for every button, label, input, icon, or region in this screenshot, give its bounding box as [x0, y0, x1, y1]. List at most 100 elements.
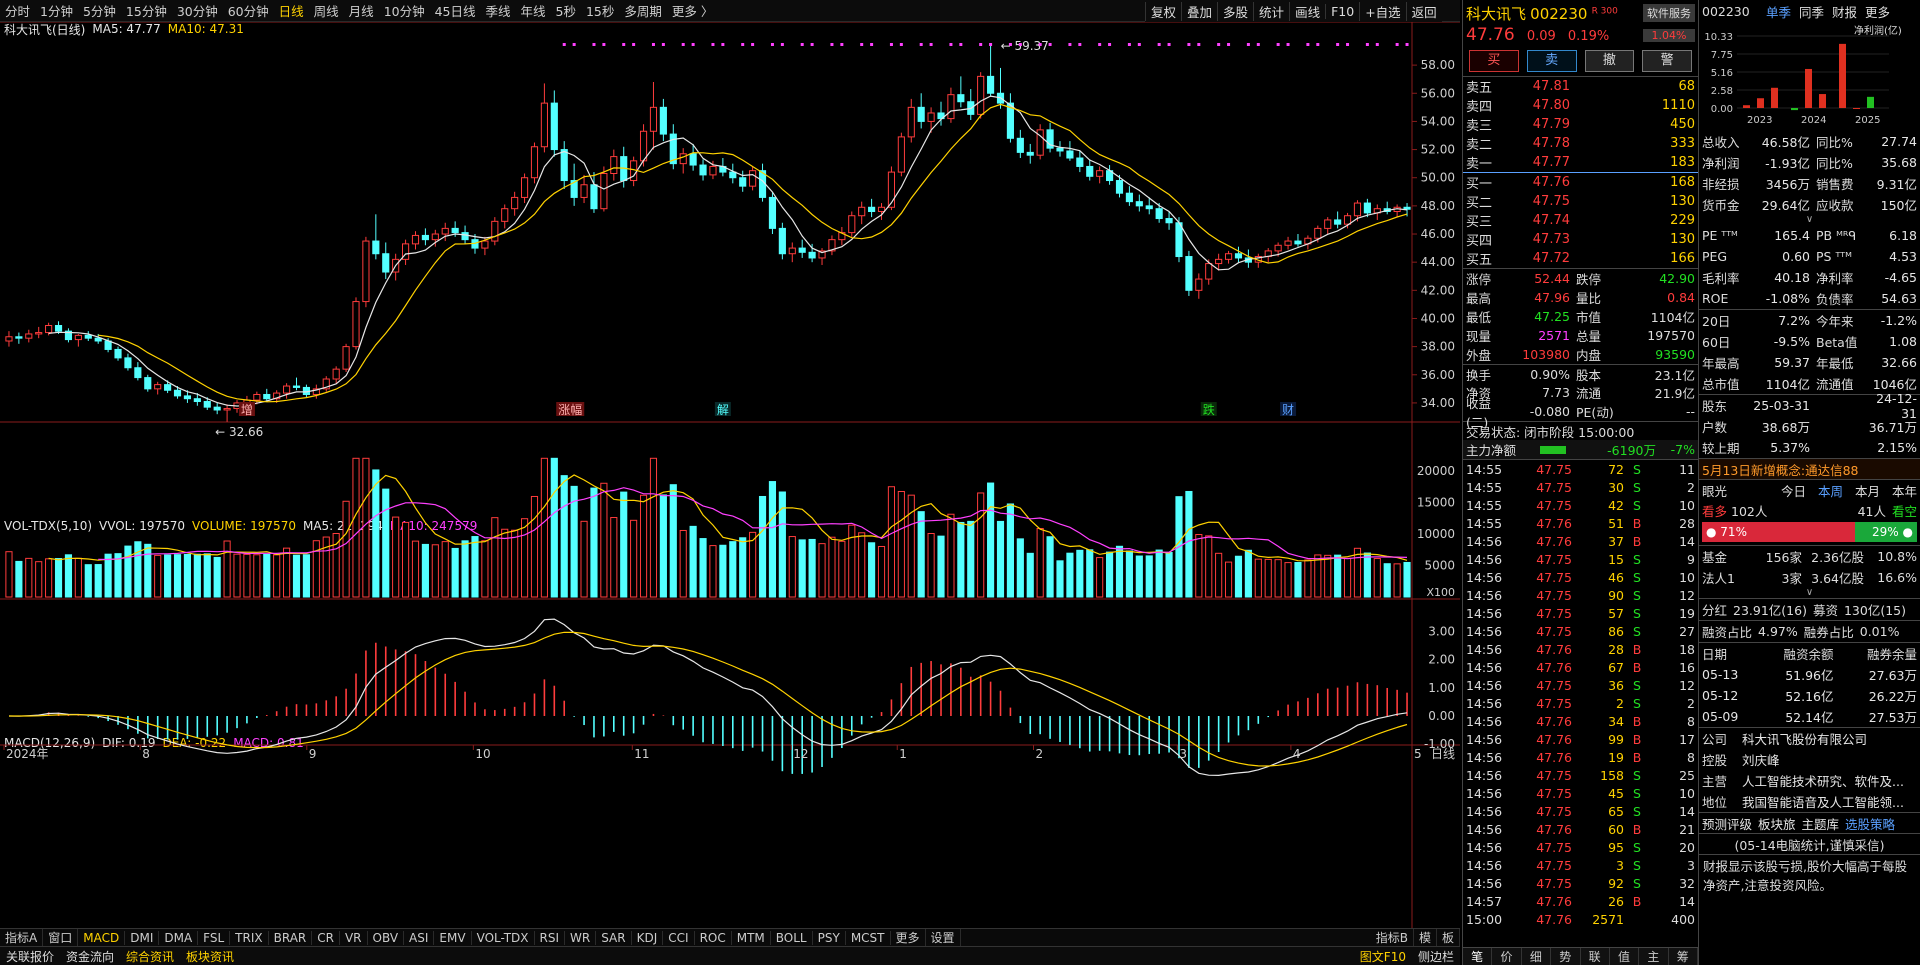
indicator-tab-macd-2[interactable]: MACD — [78, 930, 126, 945]
indicator-tab-right-2[interactable]: 板 — [1437, 929, 1460, 946]
bottom-tab-0[interactable]: 关联报价 — [0, 948, 60, 965]
indicator-tab-asi-11[interactable]: ASI — [404, 930, 435, 945]
indicator-tab-emv-12[interactable]: EMV — [434, 930, 472, 945]
bull-bear-bar[interactable]: ● 71% 29% ● — [1702, 522, 1917, 542]
period-6[interactable]: 日线 — [274, 1, 309, 20]
indicator-tab-a-0[interactable]: 指标A — [0, 929, 44, 946]
sector-box[interactable]: 软件服务 — [1643, 4, 1695, 22]
toolbar-item-7[interactable]: 返回 — [1405, 1, 1442, 21]
period-8[interactable]: 月线 — [344, 1, 379, 20]
quote-tab-0[interactable]: 笔 — [1463, 948, 1493, 965]
quote-tab-1[interactable]: 价 — [1492, 948, 1522, 965]
view-tab-1[interactable]: 本周 — [1818, 481, 1843, 500]
quote-tab-3[interactable]: 势 — [1551, 948, 1581, 965]
bottom-right-1[interactable]: 侧边栏 — [1412, 948, 1460, 965]
period-12[interactable]: 年线 — [516, 1, 551, 20]
toolbar-item-2[interactable]: 多股 — [1217, 1, 1253, 21]
indicator-tab-cr-8[interactable]: CR — [312, 930, 340, 945]
quote-tab-6[interactable]: 主 — [1639, 948, 1669, 965]
info-tab-1[interactable]: 同季 — [1799, 2, 1824, 21]
toolbar-item-3[interactable]: 统计 — [1253, 1, 1289, 21]
period-9[interactable]: 10分钟 — [379, 1, 430, 20]
quote-tab-7[interactable]: 筹 — [1669, 948, 1698, 965]
indicator-tab-cci-18[interactable]: CCI — [663, 930, 695, 945]
period-0[interactable]: 分时 — [0, 1, 35, 20]
indicator-tab-vr-9[interactable]: VR — [340, 930, 368, 945]
indicator-tab-kdj-17[interactable]: KDJ — [632, 930, 664, 945]
view-tab-2[interactable]: 本月 — [1855, 481, 1880, 500]
vol-bar-15 — [154, 554, 162, 598]
mini-bar-2 — [1771, 87, 1778, 108]
view-tab-0[interactable]: 今日 — [1781, 481, 1806, 500]
indicator-tab-dmi-3[interactable]: DMI — [125, 930, 160, 945]
toolbar-item-6[interactable]: +自选 — [1359, 1, 1405, 21]
buy-button[interactable]: 买 — [1469, 50, 1519, 72]
period-14[interactable]: 15秒 — [581, 1, 619, 20]
indicator-tab-dma-4[interactable]: DMA — [159, 930, 199, 945]
expand-icon[interactable]: ∨ — [1699, 215, 1920, 225]
bottom-right-0[interactable]: 图文F10 — [1354, 948, 1412, 965]
info-tab-3[interactable]: 更多 — [1865, 2, 1890, 21]
indicator-tab-psy-22[interactable]: PSY — [813, 930, 846, 945]
period-10[interactable]: 45日线 — [430, 1, 481, 20]
info-tab-0[interactable]: 单季 — [1766, 2, 1791, 21]
period-13[interactable]: 5秒 — [551, 1, 581, 20]
indicator-tab-rsi-14[interactable]: RSI — [535, 930, 566, 945]
ma10-line — [98, 103, 1408, 403]
info-tab-2[interactable]: 财报 — [1832, 2, 1857, 21]
period-3[interactable]: 15分钟 — [121, 1, 172, 20]
info-link-0[interactable]: 预测评级 — [1702, 814, 1752, 833]
quote-tab-5[interactable]: 值 — [1610, 948, 1640, 965]
toolbar-item-1[interactable]: 叠加 — [1181, 1, 1217, 21]
indicator-tab-x-1[interactable]: 窗口 — [43, 929, 79, 946]
sell-button[interactable]: 卖 — [1526, 50, 1577, 72]
info-tabs: 单季 同季 财报 更多 — [1766, 2, 1890, 21]
indicator-tab-mcst-23[interactable]: MCST — [846, 930, 891, 945]
indicator-tab-trix-6[interactable]: TRIX — [230, 930, 269, 945]
indicator-tab-x-24[interactable]: 更多 — [891, 929, 926, 946]
info-link-2[interactable]: 主题库 — [1802, 814, 1840, 833]
kline-chart[interactable]: 58.0056.0054.0052.0050.0048.0046.0044.00… — [0, 22, 1460, 928]
info-link-3[interactable]: 选股策略 — [1845, 814, 1895, 833]
indicator-tab-vol-tdx-13[interactable]: VOL-TDX — [472, 930, 535, 945]
indicator-tab-mtm-20[interactable]: MTM — [732, 930, 771, 945]
bottom-tab-3[interactable]: 板块资讯 — [180, 948, 240, 965]
toolbar-item-5[interactable]: F10 — [1325, 3, 1359, 19]
period-7[interactable]: 周线 — [309, 1, 344, 20]
period-11[interactable]: 季线 — [481, 1, 516, 20]
indicator-tab-roc-19[interactable]: ROC — [695, 930, 732, 945]
period-16[interactable]: 更多 〉 — [667, 1, 718, 20]
toolbar-item-0[interactable]: 复权 — [1145, 1, 1181, 21]
news-row[interactable]: 5月13日新增概念:通达信88 — [1699, 458, 1920, 479]
period-4[interactable]: 30分钟 — [172, 1, 223, 20]
indicator-tab-right-1[interactable]: 模 — [1414, 929, 1437, 946]
tick-count-2: 10 — [1679, 497, 1695, 513]
quote-tab-4[interactable]: 联 — [1581, 948, 1610, 965]
indicator-tab-brar-7[interactable]: BRAR — [269, 930, 313, 945]
view-row: 眼光 今日 本周 本月 本年 — [1699, 479, 1920, 500]
indicator-tab-sar-16[interactable]: SAR — [596, 930, 632, 945]
alert-button[interactable]: 警 — [1642, 50, 1692, 72]
tick-list[interactable]: 14:55 47.75 72 S 11 14:55 47.75 30 S 2 14:55 47.75 4… — [1463, 459, 1698, 928]
indicator-tab-x-25[interactable]: 设置 — [926, 929, 961, 946]
info-link-1[interactable]: 板块旅 — [1758, 814, 1796, 833]
bottom-tab-1[interactable]: 资金流向 — [60, 948, 120, 965]
period-15[interactable]: 多周期 — [619, 1, 667, 20]
indicator-tab-fsl-5[interactable]: FSL — [198, 930, 231, 945]
indicator-tab-wr-15[interactable]: WR — [565, 930, 597, 945]
profit-mini-chart: 净利润(亿) 10.33 7.75 5.16 2.58 0.00 2023 2024 2025 — [1704, 24, 1902, 126]
bottom-tab-2[interactable]: 综合资讯 — [120, 948, 180, 965]
period-5[interactable]: 60分钟 — [223, 1, 274, 20]
indicator-tab-boll-21[interactable]: BOLL — [771, 930, 813, 945]
tick-volume-16: 19 — [1608, 749, 1624, 765]
quote-tab-2[interactable]: 细 — [1522, 948, 1552, 965]
indicator-tab-right-0[interactable]: 指标B — [1371, 929, 1414, 946]
indicator-tab-obv-10[interactable]: OBV — [368, 930, 405, 945]
expand-icon-2[interactable]: ∨ — [1699, 588, 1920, 598]
toolbar-item-4[interactable]: 画线 — [1289, 1, 1325, 21]
view-tab-3[interactable]: 本年 — [1892, 481, 1917, 500]
period-1[interactable]: 1分钟 — [35, 1, 78, 20]
bull-bar: ● 71% — [1702, 522, 1855, 542]
cancel-order-button[interactable]: 撤 — [1584, 50, 1635, 72]
period-2[interactable]: 5分钟 — [78, 1, 121, 20]
